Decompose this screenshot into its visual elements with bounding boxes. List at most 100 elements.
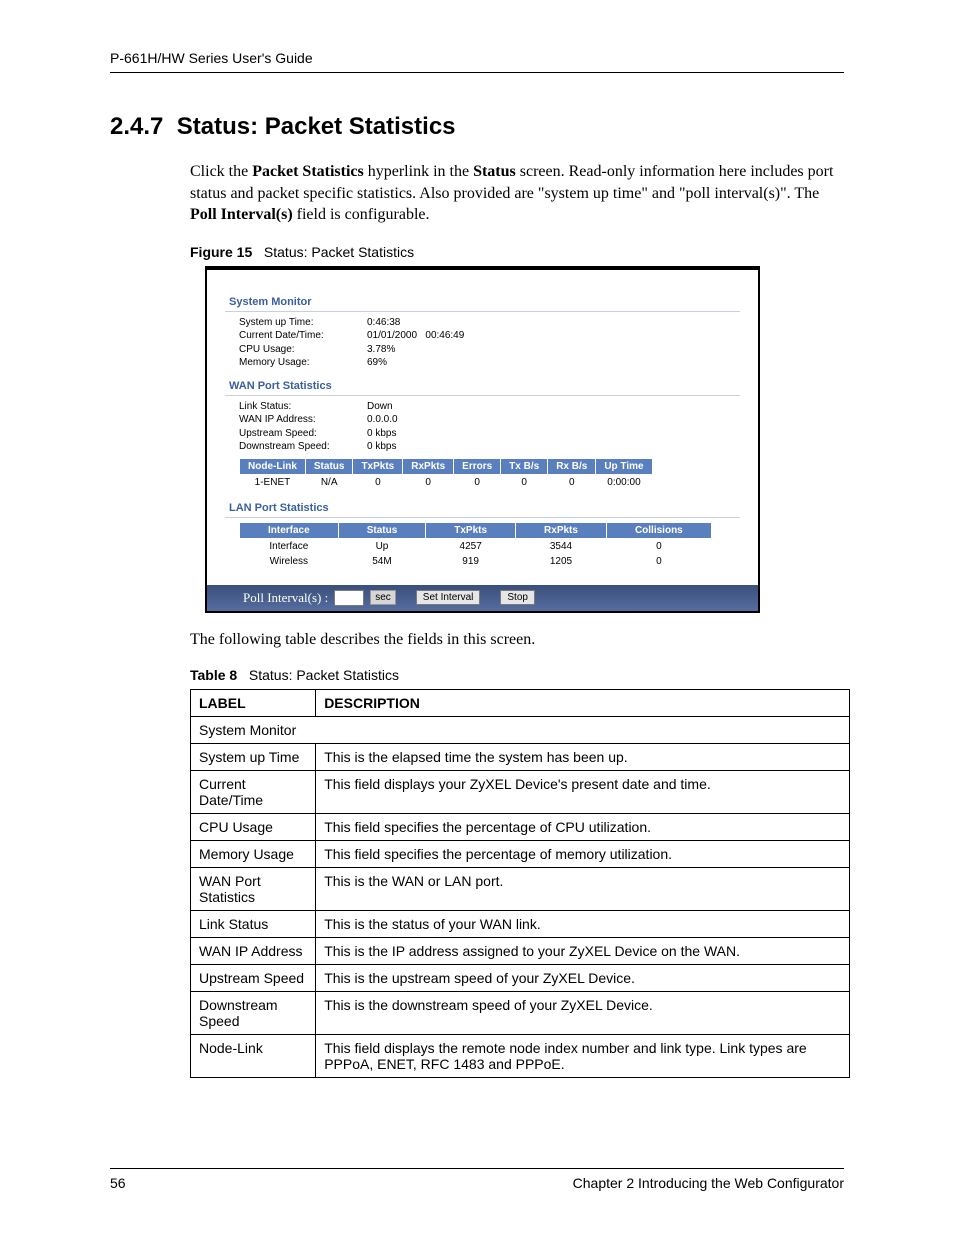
cell-description: This is the status of your WAN link. <box>316 910 850 937</box>
col-header: TxPkts <box>426 522 516 538</box>
cell: 0 <box>403 474 454 490</box>
cell: 0 <box>501 474 548 490</box>
cell-description: This is the WAN or LAN port. <box>316 867 850 910</box>
cell: 54M <box>338 554 426 569</box>
table-row: 1-ENETN/A000000:00:00 <box>240 474 653 490</box>
stop-button[interactable]: Stop <box>500 590 535 605</box>
kv-value: 0.0.0.0 <box>367 413 398 427</box>
cell-label: Node-Link <box>191 1034 316 1077</box>
page-number: 56 <box>110 1175 126 1191</box>
cell-label: WAN IP Address <box>191 937 316 964</box>
col-header: Node-Link <box>240 458 306 474</box>
table-row: Wireless54M91912050 <box>240 554 712 569</box>
cell: Up <box>338 538 426 554</box>
cell-description: This field specifies the percentage of C… <box>316 813 850 840</box>
poll-interval-input[interactable] <box>334 590 364 606</box>
table-row: CPU UsageThis field specifies the percen… <box>191 813 850 840</box>
section-heading: 2.4.7 Status: Packet Statistics <box>110 113 844 141</box>
follow-paragraph: The following table describes the fields… <box>190 631 844 649</box>
kv-row: WAN IP Address:0.0.0.0 <box>239 413 740 427</box>
kv-value: 69% <box>367 356 387 370</box>
cell: Wireless <box>240 554 339 569</box>
cell-description: This is the upstream speed of your ZyXEL… <box>316 964 850 991</box>
cell-span: System Monitor <box>191 716 850 743</box>
table-row: System up TimeThis is the elapsed time t… <box>191 743 850 770</box>
poll-interval-bar: Poll Interval(s) : sec Set Interval Stop <box>207 585 758 611</box>
cell-label: Link Status <box>191 910 316 937</box>
cell-label: WAN Port Statistics <box>191 867 316 910</box>
lan-stats-table: InterfaceStatusTxPktsRxPktsCollisionsInt… <box>239 522 712 569</box>
col-header: Status <box>305 458 353 474</box>
col-header: TxPkts <box>353 458 403 474</box>
cell: 0 <box>606 538 711 554</box>
set-interval-button[interactable]: Set Interval <box>416 590 481 605</box>
kv-row: CPU Usage:3.78% <box>239 343 740 357</box>
cell-label: Upstream Speed <box>191 964 316 991</box>
kv-row: Current Date/Time:01/01/2000 00:46:49 <box>239 329 740 343</box>
panel-title-lan: LAN Port Statistics <box>225 500 740 518</box>
poll-unit: sec <box>370 590 396 605</box>
section-title: Status: Packet Statistics <box>177 113 456 140</box>
kv-value: Down <box>367 400 393 414</box>
cell: 0 <box>454 474 501 490</box>
col-header: RxPkts <box>403 458 454 474</box>
table-row: Link StatusThis is the status of your WA… <box>191 910 850 937</box>
poll-label: Poll Interval(s) : <box>243 590 328 606</box>
cell-label: CPU Usage <box>191 813 316 840</box>
table-row: Upstream SpeedThis is the upstream speed… <box>191 964 850 991</box>
cell: 3544 <box>516 538 607 554</box>
kv-row: Upstream Speed:0 kbps <box>239 427 740 441</box>
kv-label: System up Time: <box>239 316 367 330</box>
kv-value: 01/01/2000 00:46:49 <box>367 329 464 343</box>
col-header-description: DESCRIPTION <box>316 689 850 716</box>
kv-value: 0 kbps <box>367 440 396 454</box>
cell-label: Current Date/Time <box>191 770 316 813</box>
wan-kv-block: Link Status:DownWAN IP Address:0.0.0.0Up… <box>225 396 740 458</box>
col-header: Up Time <box>596 458 652 474</box>
figure-label: Figure 15 <box>190 244 252 260</box>
figure-caption: Figure 15 Status: Packet Statistics <box>190 244 844 260</box>
page-footer: 56 Chapter 2 Introducing the Web Configu… <box>110 1168 844 1191</box>
cell: Interface <box>240 538 339 554</box>
cell: 0:00:00 <box>596 474 652 490</box>
col-header: Collisions <box>606 522 711 538</box>
cell: 1205 <box>516 554 607 569</box>
col-header: Rx B/s <box>548 458 596 474</box>
kv-row: Memory Usage:69% <box>239 356 740 370</box>
kv-label: Link Status: <box>239 400 367 414</box>
intro-paragraph: Click the Packet Statistics hyperlink in… <box>190 161 844 226</box>
table-caption: Table 8 Status: Packet Statistics <box>190 667 844 683</box>
cell: 1-ENET <box>240 474 306 490</box>
kv-row: Link Status:Down <box>239 400 740 414</box>
table-row: Node-LinkThis field displays the remote … <box>191 1034 850 1077</box>
cell: 0 <box>606 554 711 569</box>
wan-stats-table: Node-LinkStatusTxPktsRxPktsErrorsTx B/sR… <box>239 458 653 490</box>
cell-label: Downstream Speed <box>191 991 316 1034</box>
panel-title-system-monitor: System Monitor <box>225 294 740 312</box>
kv-row: Downstream Speed:0 kbps <box>239 440 740 454</box>
table-title: Status: Packet Statistics <box>249 667 399 683</box>
cell: 919 <box>426 554 516 569</box>
col-header: RxPkts <box>516 522 607 538</box>
cell-description: This is the downstream speed of your ZyX… <box>316 991 850 1034</box>
running-head: P-661H/HW Series User's Guide <box>110 50 844 73</box>
kv-value: 0:46:38 <box>367 316 400 330</box>
cell-description: This is the IP address assigned to your … <box>316 937 850 964</box>
kv-value: 3.78% <box>367 343 395 357</box>
section-number: 2.4.7 <box>110 113 163 140</box>
table-row: InterfaceUp425735440 <box>240 538 712 554</box>
table-label: Table 8 <box>190 667 237 683</box>
cell-description: This field specifies the percentage of m… <box>316 840 850 867</box>
col-header: Interface <box>240 522 339 538</box>
cell-description: This is the elapsed time the system has … <box>316 743 850 770</box>
cell-label: System up Time <box>191 743 316 770</box>
description-table: LABELDESCRIPTIONSystem MonitorSystem up … <box>190 689 850 1078</box>
cell: 4257 <box>426 538 516 554</box>
cell: 0 <box>353 474 403 490</box>
chapter-label: Chapter 2 Introducing the Web Configurat… <box>573 1175 844 1191</box>
kv-label: CPU Usage: <box>239 343 367 357</box>
table-row: WAN Port StatisticsThis is the WAN or LA… <box>191 867 850 910</box>
kv-label: Memory Usage: <box>239 356 367 370</box>
table-row: WAN IP AddressThis is the IP address ass… <box>191 937 850 964</box>
kv-label: WAN IP Address: <box>239 413 367 427</box>
